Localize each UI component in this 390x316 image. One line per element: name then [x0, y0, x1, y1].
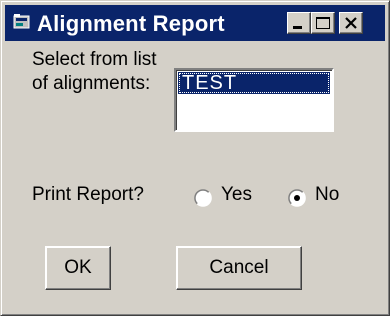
- close-button[interactable]: [339, 12, 363, 34]
- maximize-button[interactable]: [311, 12, 335, 34]
- cancel-button[interactable]: Cancel: [176, 246, 302, 290]
- radio-no[interactable]: [288, 189, 306, 207]
- minimize-button[interactable]: [287, 12, 311, 34]
- alignments-listbox[interactable]: TEST: [174, 68, 334, 132]
- list-label-line1: Select from list: [32, 49, 157, 70]
- alignment-report-dialog: Alignment Report Select from list of ali…: [0, 0, 390, 316]
- app-icon: [13, 14, 30, 29]
- maximize-icon: [316, 17, 330, 29]
- radio-yes[interactable]: [194, 189, 212, 207]
- radio-no-label[interactable]: No: [315, 184, 339, 206]
- print-report-label: Print Report?: [32, 184, 144, 205]
- ok-button[interactable]: OK: [45, 246, 111, 290]
- window-title: Alignment Report: [37, 11, 225, 36]
- minimize-icon: [293, 26, 302, 29]
- list-label-line2: of alignments:: [32, 73, 151, 94]
- radio-yes-label[interactable]: Yes: [221, 184, 252, 206]
- list-item-test[interactable]: TEST: [178, 72, 330, 94]
- title-bar[interactable]: Alignment Report: [5, 5, 385, 41]
- close-icon: [345, 17, 357, 29]
